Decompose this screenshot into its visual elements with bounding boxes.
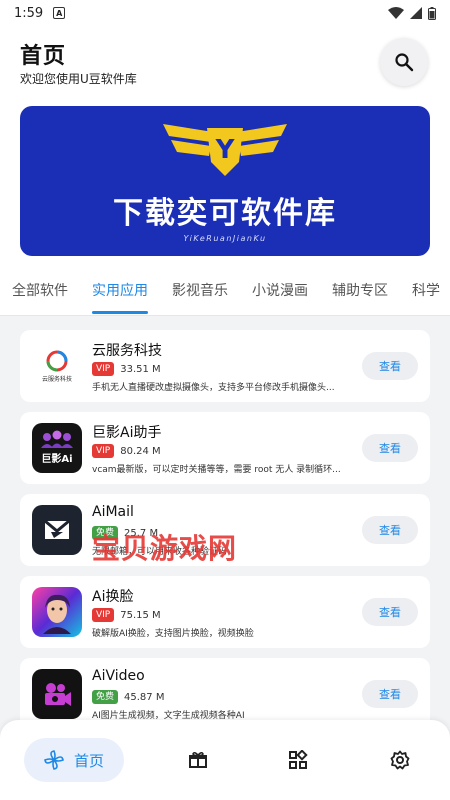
nav-settings-button[interactable]: [388, 748, 412, 772]
view-button[interactable]: 查看: [362, 516, 418, 544]
cloud-service-logo-icon: 云服务科技: [32, 341, 82, 391]
page-subtitle: 欢迎您使用U豆软件库: [20, 72, 137, 86]
header-section: 首页 欢迎您使用U豆软件库 Y 下载奕可软件库 YiKeRuanJianKu 全…: [0, 26, 450, 316]
category-tabs: 全部软件 实用应用 影视音乐 小说漫画 辅助专区 科学: [0, 272, 450, 316]
app-size: 33.51 M: [120, 363, 161, 375]
search-button[interactable]: [380, 38, 428, 86]
view-button[interactable]: 查看: [362, 352, 418, 380]
app-name: 云服务科技: [92, 343, 162, 359]
bottom-navigation: 首页: [0, 720, 450, 800]
tab-all-software[interactable]: 全部软件: [0, 272, 80, 315]
juying-ai-logo-icon: 巨影Ai: [32, 423, 82, 473]
vip-badge: VIP: [92, 362, 115, 376]
app-meta: VIP 75.15 M: [92, 608, 161, 622]
search-icon: [395, 53, 414, 72]
promo-banner[interactable]: Y 下载奕可软件库 YiKeRuanJianKu: [20, 106, 430, 256]
nav-gift-button[interactable]: [186, 748, 210, 772]
wifi-icon: [388, 7, 404, 19]
app-name: 巨影Ai助手: [92, 425, 162, 441]
ai-faceswap-logo-icon: [32, 587, 82, 637]
app-size: 80.24 M: [120, 445, 161, 457]
app-description: 手机无人直播硬改虚拟摄像头，支持多平台修改手机摄像头...: [92, 383, 335, 393]
battery-icon: [428, 6, 436, 20]
app-description: 破解版AI换脸，支持图片换脸，视频换脸: [92, 629, 254, 639]
pinwheel-icon: [44, 750, 64, 770]
view-button[interactable]: 查看: [362, 598, 418, 626]
view-button[interactable]: 查看: [362, 434, 418, 462]
tab-novels-comics[interactable]: 小说漫画: [240, 272, 320, 315]
aimail-logo-icon: [32, 505, 82, 555]
apps-grid-icon: [289, 750, 308, 769]
app-name: AiMail: [92, 504, 134, 520]
list-item[interactable]: Ai换脸 VIP 75.15 M 破解版AI换脸，支持图片换脸，视频换脸 查看: [20, 576, 430, 648]
status-bar: 1:59 A: [0, 0, 450, 26]
banner-tagline: YiKeRuanJianKu: [183, 234, 267, 243]
status-icons: [388, 6, 436, 20]
app-name: AiVideo: [92, 668, 145, 684]
tab-utility-apps[interactable]: 实用应用: [80, 272, 160, 315]
vip-badge: VIP: [92, 444, 115, 458]
app-description: vcam最新版，可以定时关播等等，需要 root 无人 录制循环...: [92, 465, 341, 475]
banner-badge-letter: Y: [215, 135, 236, 165]
free-badge: 免费: [92, 690, 119, 704]
vip-badge: VIP: [92, 608, 115, 622]
app-size: 45.87 M: [124, 691, 165, 703]
app-name: Ai换脸: [92, 589, 134, 605]
list-item[interactable]: 云服务科技 云服务科技 VIP 33.51 M 手机无人直播硬改虚拟摄像头，支持…: [20, 330, 430, 402]
nav-home-label: 首页: [73, 751, 104, 770]
svg-text:巨影Ai: 巨影Ai: [41, 453, 72, 465]
gear-icon: [390, 750, 410, 770]
page-title: 首页: [20, 44, 67, 69]
gift-icon: [189, 751, 207, 768]
notification-a-icon: A: [53, 7, 66, 19]
app-size: 75.15 M: [120, 609, 161, 621]
watermark-text: 宝贝游戏网: [92, 532, 238, 565]
app-meta: VIP 80.24 M: [92, 444, 161, 458]
nav-home-button[interactable]: 首页: [24, 738, 124, 782]
tab-science[interactable]: 科学: [400, 272, 450, 315]
cellular-icon: [410, 7, 422, 19]
nav-apps-button[interactable]: [286, 748, 310, 772]
list-item[interactable]: 巨影Ai 巨影Ai助手 VIP 80.24 M vcam最新版，可以定时关播等等…: [20, 412, 430, 484]
status-time: 1:59: [14, 5, 44, 21]
tab-assist-zone[interactable]: 辅助专区: [320, 272, 400, 315]
aivideo-logo-icon: [32, 669, 82, 719]
app-meta: 免费 45.87 M: [92, 690, 164, 704]
view-button[interactable]: 查看: [362, 680, 418, 708]
winged-y-logo-icon: Y: [163, 124, 287, 176]
app-meta: VIP 33.51 M: [92, 362, 161, 376]
tab-video-music[interactable]: 影视音乐: [160, 272, 240, 315]
banner-headline: 下载奕可软件库: [113, 196, 337, 231]
